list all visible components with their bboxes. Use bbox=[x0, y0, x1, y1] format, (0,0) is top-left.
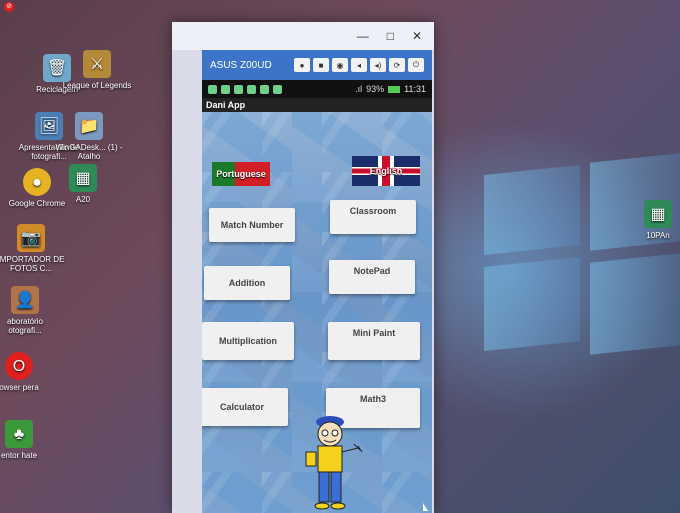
emulator-toolbar: ASUS Z00UD ● ■ ◉ ◂ ◂) ⟳ ⏻ bbox=[202, 50, 432, 80]
desktop-icon-a20[interactable]: ▦ A20 bbox=[48, 164, 118, 204]
opera-icon: O bbox=[5, 352, 33, 380]
emulator-window: — □ ✕ ASUS Z00UD ● ■ ◉ ◂ ◂) ⟳ ⏻ .ıl 93% … bbox=[172, 22, 434, 513]
button-label: Mini Paint bbox=[352, 328, 396, 338]
desktop-icon-label: entor hate bbox=[0, 451, 38, 460]
button-label: Addition bbox=[228, 278, 266, 288]
league-icon: ⚔ bbox=[83, 50, 111, 78]
addition-button[interactable]: Addition bbox=[204, 266, 290, 300]
english-language-button[interactable]: English bbox=[352, 156, 420, 186]
screenshot-icon[interactable]: ◉ bbox=[332, 58, 348, 72]
notification-icon bbox=[221, 84, 230, 94]
power-icon[interactable]: ⏻ bbox=[408, 58, 424, 72]
desktop-icon-label: IMPORTADOR DE FOTOS C... bbox=[0, 255, 65, 273]
classroom-button[interactable]: Classroom bbox=[330, 200, 416, 234]
desktop-icon-hate[interactable]: ♣ entor hate bbox=[0, 420, 54, 460]
notification-icon bbox=[234, 84, 243, 94]
emulator-titlebar: — □ ✕ bbox=[172, 22, 434, 50]
button-label: NotePad bbox=[353, 266, 391, 276]
app-icon: ♣ bbox=[5, 420, 33, 448]
spreadsheet-icon: ▦ bbox=[644, 200, 672, 228]
calculator-button[interactable]: Calculator bbox=[202, 388, 288, 426]
cartoon-kid-icon bbox=[305, 416, 363, 510]
app-content: Portuguese English Match Number Classroo… bbox=[202, 112, 432, 513]
portuguese-language-button[interactable]: Portuguese bbox=[212, 162, 270, 186]
notification-icon bbox=[260, 84, 269, 94]
button-label: Classroom bbox=[349, 206, 397, 216]
android-status-bar: .ıl 93% 11:31 bbox=[202, 80, 432, 98]
mouse-cursor-icon bbox=[423, 503, 428, 511]
windows-logo-pane bbox=[484, 256, 580, 352]
desktop-icon-label: aboratório otografi... bbox=[6, 317, 44, 335]
notification-icon bbox=[273, 84, 282, 94]
minimize-icon[interactable]: — bbox=[357, 29, 369, 43]
desktop-icon-league[interactable]: ⚔ League of Legends bbox=[62, 50, 132, 90]
phone-screen: .ıl 93% 11:31 Dani App Portuguese Englis… bbox=[202, 80, 432, 513]
notification-icon: ⊘ bbox=[4, 2, 14, 12]
desktop-icon-label: 10PAn bbox=[646, 231, 670, 240]
volume-down-icon[interactable]: ◂ bbox=[351, 58, 367, 72]
chrome-icon: ● bbox=[23, 168, 51, 196]
signal-icon: .ıl bbox=[355, 84, 363, 94]
folder-shortcut-icon: 📁 bbox=[75, 112, 103, 140]
notification-icon bbox=[247, 84, 256, 94]
desktop-icon-label: A20 bbox=[75, 195, 91, 204]
button-label: Multiplication bbox=[219, 336, 277, 346]
device-name: ASUS Z00UD bbox=[210, 59, 272, 71]
desktop-icon-opera[interactable]: O owser pera bbox=[0, 352, 54, 392]
mini-paint-button[interactable]: Mini Paint bbox=[328, 322, 420, 360]
close-icon[interactable]: ✕ bbox=[412, 29, 422, 43]
button-label: Math3 bbox=[359, 394, 386, 404]
notepad-button[interactable]: NotePad bbox=[329, 260, 415, 294]
match-number-button[interactable]: Match Number bbox=[209, 208, 295, 242]
volume-up-icon[interactable]: ◂) bbox=[370, 58, 386, 72]
desktop-icon-10pan[interactable]: ▦ 10PAn bbox=[636, 200, 680, 240]
notification-icon bbox=[208, 84, 217, 94]
maximize-icon[interactable]: □ bbox=[387, 29, 394, 43]
rotate-icon[interactable]: ⟳ bbox=[389, 58, 405, 72]
clock: 11:31 bbox=[404, 84, 426, 94]
windows-logo-pane bbox=[484, 164, 580, 256]
person-icon: 👤 bbox=[11, 286, 39, 314]
camera-icon: 📷 bbox=[17, 224, 45, 252]
portuguese-label: Portuguese bbox=[216, 169, 266, 179]
desktop-icon-laboratorio[interactable]: 👤 aboratório otografi... bbox=[0, 286, 60, 335]
record-icon[interactable]: ■ bbox=[313, 58, 329, 72]
windows-logo-pane bbox=[590, 253, 680, 355]
button-label: Match Number bbox=[220, 220, 284, 230]
english-label: English bbox=[369, 166, 403, 176]
desktop-icon-label: League of Legends bbox=[62, 81, 132, 90]
multiplication-button[interactable]: Multiplication bbox=[202, 322, 294, 360]
battery-icon bbox=[388, 85, 401, 93]
desktop-icon-importador[interactable]: 📷 IMPORTADOR DE FOTOS C... bbox=[0, 224, 66, 273]
desktop-icon-label: owser pera bbox=[0, 383, 39, 392]
desktop-icon-label: WinGADesk... (1) - Atalho bbox=[55, 143, 123, 161]
app-title: Dani App bbox=[202, 98, 432, 112]
battery-percent: 93% bbox=[366, 84, 385, 94]
power-dot-icon[interactable]: ● bbox=[294, 58, 310, 72]
button-label: Calculator bbox=[219, 402, 264, 412]
spreadsheet-icon: ▦ bbox=[69, 164, 97, 192]
desktop-icon-wingadesk[interactable]: 📁 WinGADesk... (1) - Atalho bbox=[54, 112, 124, 161]
